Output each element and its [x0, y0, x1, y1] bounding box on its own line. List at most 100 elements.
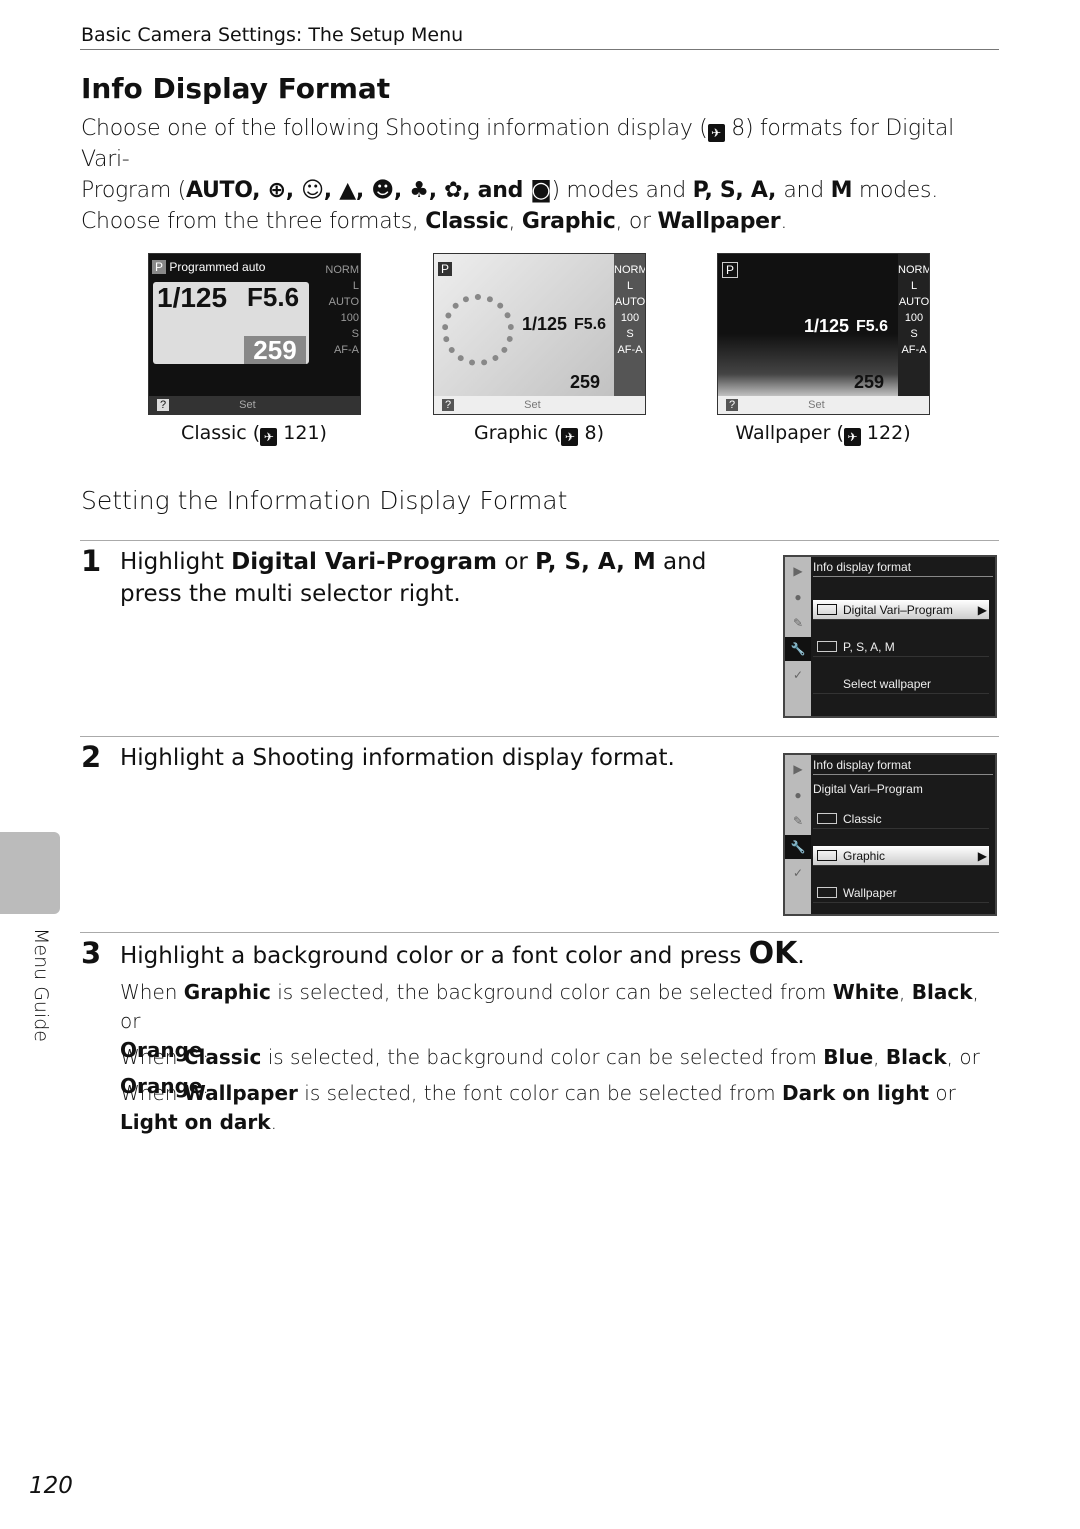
note-text: is selected, the font color can be selec…: [297, 1081, 783, 1105]
menu-item-label: Classic: [843, 812, 882, 826]
aperture: F5.6: [574, 316, 607, 333]
caption-text: Classic (: [181, 422, 261, 444]
playback-icon: ▶: [793, 564, 803, 578]
wrench-icon: 🔧: [785, 835, 811, 859]
page-ref: 8: [584, 422, 597, 444]
term: Blue: [823, 1045, 874, 1069]
note-text: When: [120, 980, 184, 1004]
running-header: Basic Camera Settings: The Setup Menu: [81, 24, 464, 46]
page-ref: 121: [283, 422, 320, 444]
mode-badge: P: [722, 262, 739, 278]
caption-text: Graphic (: [473, 422, 562, 444]
menu-title: Info display format: [813, 560, 993, 577]
menu-screenshot-2: ▶ ● ✎ 🔧 ✓ Info display format Digital Vari–P…: [783, 753, 997, 916]
step-number: 2: [81, 740, 102, 774]
caption-classic: Classic (✈ 121): [181, 422, 327, 446]
iso: 100: [340, 312, 359, 324]
intro-paragraph: Choose one of the following Shooting inf…: [81, 116, 954, 234]
focus-mode: AF-A: [617, 344, 643, 356]
term: Dark on light: [782, 1081, 930, 1105]
frames-remaining: 259: [854, 372, 885, 392]
graphic-display-screenshot: P 1/125 F5.6 259 NORM L AUTO 100 S AF-A ? Set: [433, 253, 646, 415]
note-text: When: [120, 1081, 184, 1105]
menu-item-classic[interactable]: Classic: [813, 809, 989, 829]
image-size: L: [910, 280, 918, 292]
menu-screenshot-1: ▶ ● ✎ 🔧 ✓ Info display format Digital Vari–P…: [783, 555, 997, 718]
footer-set: Set: [808, 399, 825, 411]
focus-mode: AF-A: [333, 344, 359, 356]
pencil-icon: ✎: [792, 616, 804, 630]
term: Digital Vari-Program: [231, 549, 498, 575]
step-rule: [80, 736, 999, 737]
caption-graphic: Graphic (✈ 8): [473, 422, 605, 446]
release-mode: S: [626, 328, 634, 340]
book-icon: ✈: [707, 124, 725, 142]
settings-column: NORM L AUTO 100 S AF-A: [313, 262, 359, 358]
mode-badge: P: [152, 260, 167, 274]
menu-item-graphic[interactable]: Graphic ▶: [813, 846, 989, 866]
white-balance: AUTO: [614, 296, 646, 308]
term: Classic: [183, 1045, 262, 1069]
image-quality: NORM: [614, 264, 646, 276]
settings-column: NORM L AUTO 100 S AF-A: [614, 254, 646, 398]
caption-wallpaper: Wallpaper (✈ 122): [735, 422, 911, 446]
step-rule: [80, 540, 999, 541]
aperture: F5.6: [247, 282, 300, 312]
display-icon: [817, 813, 837, 824]
note-text: is selected, the background color can be…: [270, 980, 833, 1004]
menu-title: Info display format: [813, 758, 993, 775]
term: Black: [911, 980, 973, 1004]
book-icon: ✈: [260, 428, 278, 446]
menu-tabs: ▶ ● ✎ 🔧 ✓: [785, 755, 811, 914]
side-tab-label: Menu Guide: [30, 928, 52, 1042]
intro-text: ) modes and: [551, 178, 693, 203]
pencil-icon: ✎: [792, 814, 804, 828]
shutter-speed: 1/125: [522, 314, 568, 334]
mode-label: Programmed auto: [169, 260, 266, 274]
note-text: .: [270, 1110, 277, 1134]
scene-mode-icons: AUTO, ⊕, ☺, ▲, ☻, ♣, ✿, and ◙: [185, 178, 552, 203]
note-text: When: [120, 1045, 184, 1069]
menu-item-label: Digital Vari–Program: [843, 603, 953, 617]
term-classic: Classic: [425, 209, 509, 234]
image-size: L: [352, 280, 359, 292]
focus-mode: AF-A: [901, 344, 927, 356]
menu-item-label: Wallpaper: [843, 886, 897, 900]
aperture: F5.6: [856, 318, 889, 335]
menu-item-label: P, S, A, M: [843, 640, 895, 654]
page-ref: 8: [731, 116, 745, 141]
side-tab-marker: [0, 832, 60, 914]
intro-text: and: [783, 178, 831, 203]
intro-text: Program (: [81, 178, 186, 203]
step-text: .: [797, 943, 805, 969]
term: Graphic: [183, 980, 271, 1004]
menu-item-psam[interactable]: P, S, A, M: [813, 637, 989, 657]
iso: 100: [620, 312, 640, 324]
menu-item-label: Graphic: [843, 849, 886, 863]
image-quality: NORM: [325, 264, 359, 276]
note-text: ,: [873, 1045, 886, 1069]
step-3-text: Highlight a background color or a font c…: [120, 938, 1000, 972]
help-icon: ?: [442, 399, 455, 411]
ok-button-icon: OK: [748, 936, 798, 971]
arrow-right-icon: ▶: [977, 849, 987, 863]
note-text: is selected, the background color can be…: [261, 1045, 824, 1069]
book-icon: ✈: [561, 428, 579, 446]
section-subheading: Setting the Information Display Format: [81, 486, 568, 515]
wallpaper-color-note: When Wallpaper is selected, the font col…: [120, 1079, 1000, 1137]
term: White: [832, 980, 900, 1004]
menu-item-select-wallpaper[interactable]: Select wallpaper: [813, 674, 989, 694]
intro-text: Choose one of the following Shooting inf…: [81, 116, 708, 141]
step-1-text: Highlight Digital Vari-Program or P, S, …: [120, 546, 750, 610]
step-text: or: [497, 549, 536, 575]
header-rule: [80, 49, 999, 50]
classic-display-screenshot: P Programmed auto 1/125 F5.6 259 NORM L AU…: [148, 253, 361, 415]
menu-item-digital-vari-program[interactable]: Digital Vari–Program ▶: [813, 600, 989, 620]
page-title: Info Display Format: [81, 72, 391, 105]
help-icon: ?: [157, 399, 170, 411]
menu-item-label: Select wallpaper: [843, 677, 932, 691]
display-icon: [817, 641, 837, 652]
shutter-speed: 1/125: [157, 282, 228, 313]
menu-item-wallpaper[interactable]: Wallpaper: [813, 883, 989, 903]
term: Black: [885, 1045, 947, 1069]
